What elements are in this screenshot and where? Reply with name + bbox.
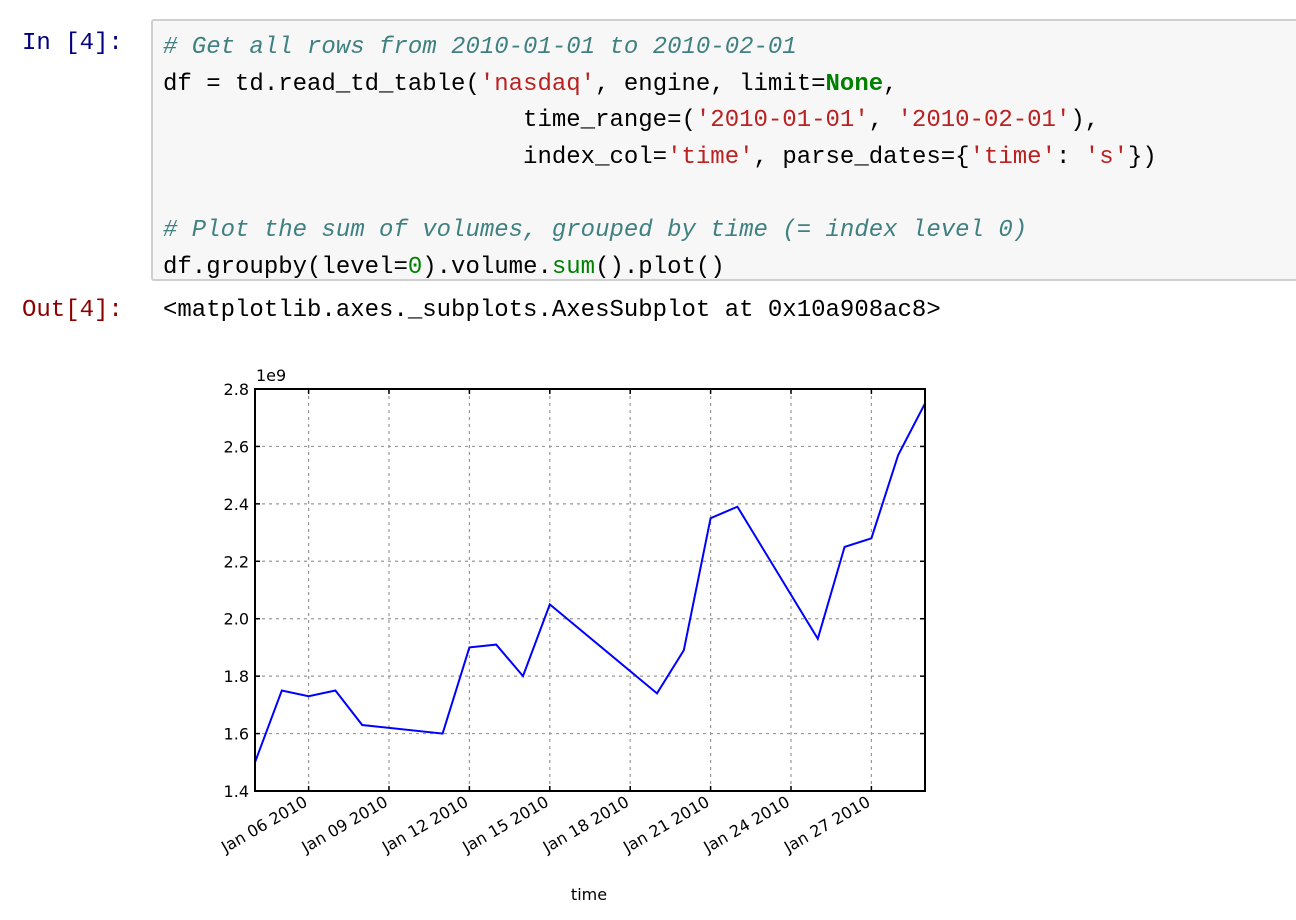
x-tick-label: Jan 24 2010	[700, 792, 793, 857]
y-tick-label: 2.2	[224, 552, 249, 571]
x-tick-label: Jan 18 2010	[539, 792, 632, 857]
y-tick-label: 1.4	[224, 782, 249, 801]
x-tick-label: Jan 21 2010	[619, 792, 712, 857]
y-tick-label: 1.6	[224, 725, 249, 744]
y-offset-label: 1e9	[256, 366, 286, 385]
x-axis-label: time	[571, 885, 607, 904]
y-tick-label: 1.8	[224, 667, 249, 686]
x-tick-label: Jan 15 2010	[458, 792, 551, 857]
x-tick-label: Jan 06 2010	[217, 792, 310, 857]
plot-frame	[254, 388, 926, 792]
x-tick-label: Jan 27 2010	[780, 792, 873, 857]
y-tick-label: 2.0	[224, 610, 249, 629]
y-tick-label: 2.6	[224, 437, 249, 456]
series-line	[254, 402, 926, 763]
x-tick-label: Jan 12 2010	[378, 792, 471, 857]
y-tick-label: 2.4	[224, 495, 249, 514]
y-tick-label: 2.8	[224, 380, 249, 399]
x-tick-label: Jan 09 2010	[298, 792, 391, 857]
line-chart: 1.4 1.6 1.8 2.0 2.2 2.4 2.6 2.8 Jan 06 2010Jan 0…	[217, 366, 926, 904]
